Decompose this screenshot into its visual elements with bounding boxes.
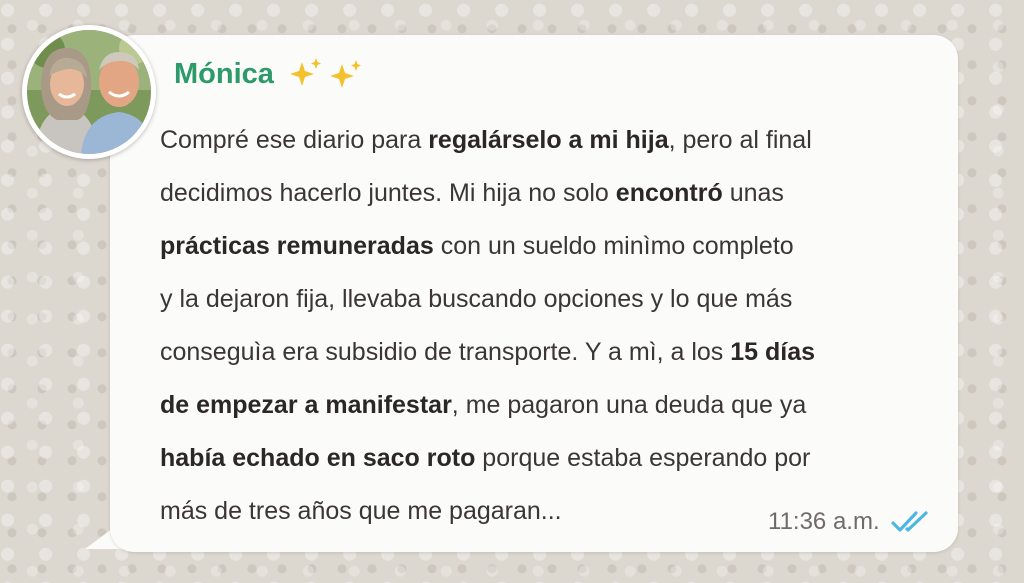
message-line: había echado en saco roto porque estaba … [160, 438, 920, 491]
message-bold-segment: encontró [615, 179, 723, 207]
message-bold-segment: 15 días [730, 338, 816, 366]
message-segment: con un sueldo minìmo completo [433, 232, 794, 260]
message-segment: porque estaba esperando por [475, 444, 811, 472]
message-segment: Compré ese diario para [160, 126, 429, 154]
contact-name-row: Mónica [174, 56, 364, 92]
message-segment: decidimos hacerlo juntes. Mi hija no sol… [160, 179, 616, 207]
message-line: de empezar a manifestar, me pagaron una … [160, 385, 920, 438]
message-line: prácticas remuneradas con un sueldo minì… [160, 226, 920, 279]
message-text: Compré ese diario para regalárselo a mi … [160, 120, 920, 544]
double-check-read-icon [891, 511, 928, 532]
message-segment: y la dejaron fija, llevaba buscando opci… [160, 285, 793, 313]
message-line: Compré ese diario para regalárselo a mi … [160, 120, 920, 173]
message-segment: unas [722, 179, 784, 207]
message-bold-segment: había echado en saco roto [160, 444, 476, 472]
contact-avatar[interactable] [22, 25, 156, 159]
couple-photo-avatar [27, 30, 151, 154]
message-bold-segment: prácticas remuneradas [160, 232, 434, 260]
message-bold-segment: de empezar a manifestar [160, 391, 452, 419]
message-segment: , pero al final [668, 126, 812, 154]
message-line: decidimos hacerlo juntes. Mi hija no sol… [160, 173, 920, 226]
message-segment: conseguìa era subsidio de transporte. Y … [160, 338, 731, 366]
sparkles-icon [284, 56, 364, 92]
message-meta: 11:36 a.m. [768, 508, 934, 536]
message-segment: , me pagaron una deuda que ya [451, 391, 807, 419]
message-line: conseguìa era subsidio de transporte. Y … [160, 332, 920, 385]
message-line: y la dejaron fija, llevaba buscando opci… [160, 279, 920, 332]
message-segment: más de tres años que me pagaran... [160, 497, 562, 525]
contact-name: Mónica [174, 57, 274, 90]
message-bold-segment: regalárselo a mi hija [428, 126, 669, 154]
message-time: 11:36 a.m. [768, 508, 880, 535]
